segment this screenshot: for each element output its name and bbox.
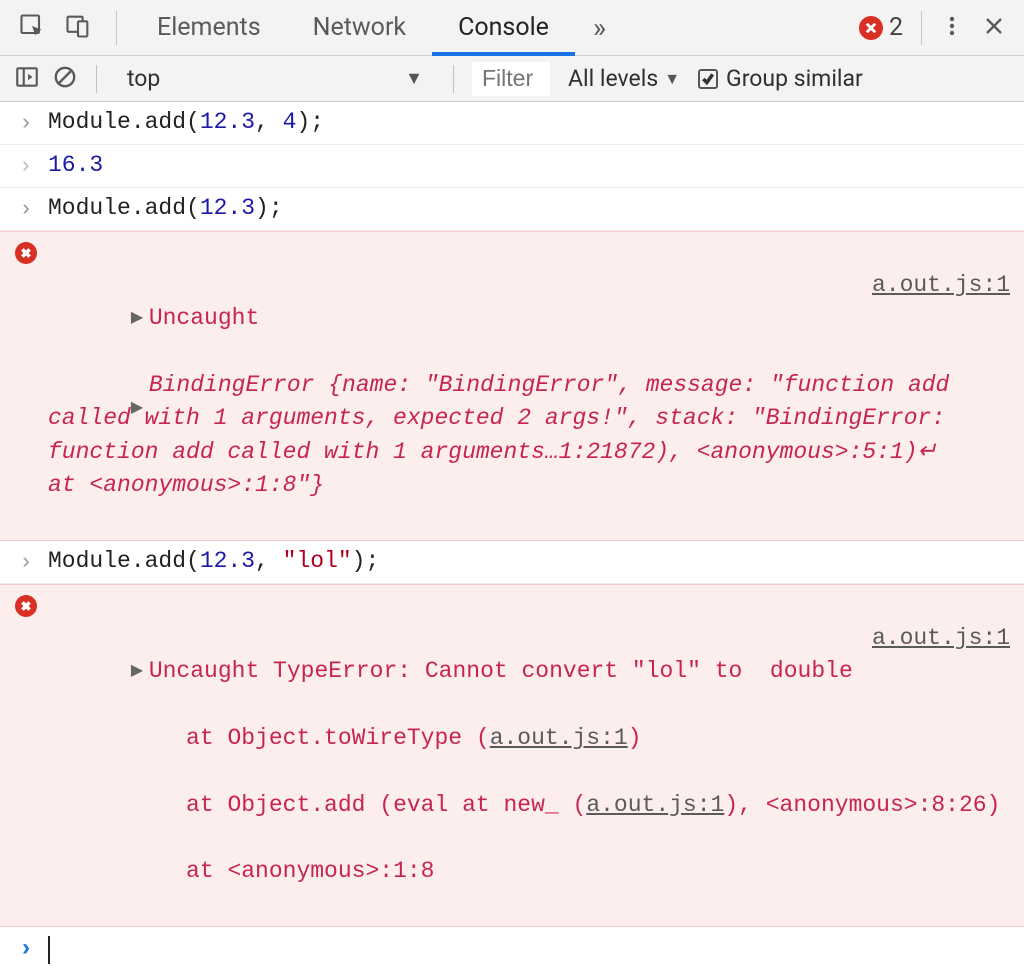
show-console-sidebar-icon[interactable]	[14, 64, 40, 94]
error-badge-icon	[859, 16, 883, 40]
result-value: 16.3	[48, 149, 1024, 182]
code-line: Module.add(12.3, 4);	[48, 106, 1024, 139]
levels-label: All levels	[568, 65, 658, 92]
source-link[interactable]: a.out.js:1	[586, 792, 724, 818]
source-link[interactable]: a.out.js:1	[852, 622, 1010, 655]
error-count-number: 2	[889, 13, 903, 42]
clear-console-icon[interactable]	[52, 64, 78, 94]
kebab-menu-icon[interactable]	[940, 14, 964, 42]
console-input-row[interactable]: › Module.add(12.3, "lol");	[0, 541, 1024, 584]
group-similar-checkbox[interactable]: Group similar	[698, 65, 863, 92]
tabbar-left-icons	[0, 12, 102, 44]
chevron-down-icon: ▼	[405, 68, 423, 89]
divider	[96, 65, 97, 93]
source-link[interactable]: a.out.js:1	[490, 725, 628, 751]
error-head: Uncaught	[149, 305, 259, 331]
group-similar-label: Group similar	[726, 65, 863, 92]
panel-tabs: Elements Network Console »	[131, 0, 624, 55]
disclosure-triangle-icon[interactable]: ▶	[131, 307, 149, 330]
stack-line: at <anonymous>:1:8	[131, 858, 435, 884]
log-level-selector[interactable]: All levels ▼	[562, 65, 686, 92]
input-marker-icon: ›	[4, 545, 48, 579]
console-output-row[interactable]: ‹ 16.3	[0, 145, 1024, 188]
input-marker-icon: ›	[4, 106, 48, 140]
console-output: › Module.add(12.3, 4); ‹ 16.3 › Module.a…	[0, 102, 1024, 974]
error-count[interactable]: 2	[859, 13, 903, 42]
tabbar-right-icons: 2	[859, 11, 1024, 45]
console-error-row[interactable]: a.out.js:1 ▶Uncaught TypeError: Cannot c…	[0, 584, 1024, 927]
tab-console[interactable]: Console	[432, 0, 575, 55]
error-marker-icon	[4, 236, 48, 264]
console-error-row[interactable]: a.out.js:1 ▶Uncaught ▶BindingError {name…	[0, 231, 1024, 541]
divider	[921, 11, 922, 45]
stack-line: at Object.add (eval at new_ (a.out.js:1)…	[131, 792, 1001, 818]
console-prompt[interactable]: ›	[0, 927, 1024, 974]
inspect-element-icon[interactable]	[18, 12, 46, 44]
tab-network[interactable]: Network	[287, 0, 432, 55]
stack-line: at Object.toWireType (a.out.js:1)	[131, 725, 642, 751]
text-cursor	[48, 936, 50, 964]
device-toolbar-icon[interactable]	[64, 12, 92, 44]
error-detail: BindingError {name: "BindingError", mess…	[48, 372, 992, 498]
output-marker-icon: ‹	[4, 149, 48, 183]
divider	[116, 11, 117, 45]
source-link[interactable]: a.out.js:1	[852, 269, 1010, 302]
filter-input[interactable]	[472, 62, 550, 96]
devtools-tabbar: Elements Network Console » 2	[0, 0, 1024, 56]
console-input-row[interactable]: › Module.add(12.3, 4);	[0, 102, 1024, 145]
console-input-row[interactable]: › Module.add(12.3);	[0, 188, 1024, 231]
tab-elements[interactable]: Elements	[131, 0, 287, 55]
disclosure-triangle-icon[interactable]: ▶	[131, 660, 149, 683]
error-body: a.out.js:1 ▶Uncaught TypeError: Cannot c…	[48, 589, 1024, 922]
error-marker-icon	[4, 589, 48, 617]
code-line: Module.add(12.3);	[48, 192, 1024, 225]
disclosure-triangle-icon[interactable]: ▶	[131, 397, 149, 420]
code-line: Module.add(12.3, "lol");	[48, 545, 1024, 578]
chevron-down-icon: ▼	[664, 69, 680, 89]
close-icon[interactable]	[982, 14, 1006, 42]
context-label: top	[127, 65, 160, 92]
prompt-caret-icon: ›	[4, 933, 48, 968]
error-body: a.out.js:1 ▶Uncaught ▶BindingError {name…	[48, 236, 1024, 536]
divider	[453, 65, 454, 93]
more-tabs-chevron-icon[interactable]: »	[575, 0, 624, 55]
input-marker-icon: ›	[4, 192, 48, 226]
execution-context-selector[interactable]: top ▼	[115, 62, 435, 96]
error-head: Uncaught TypeError: Cannot convert "lol"…	[149, 658, 853, 684]
console-toolbar: top ▼ All levels ▼ Group similar	[0, 56, 1024, 102]
checkbox-icon	[698, 69, 718, 89]
